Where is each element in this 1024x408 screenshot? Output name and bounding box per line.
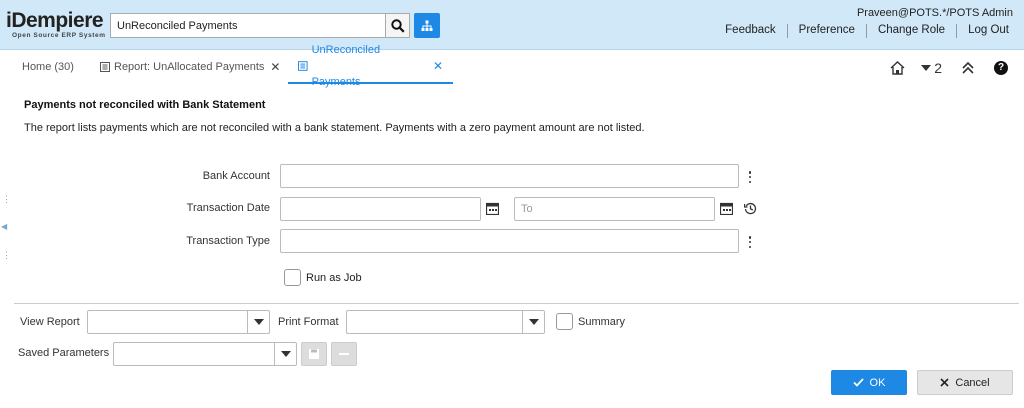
dropdown-button[interactable] xyxy=(274,343,296,365)
saved-parameters-label: Saved Parameters xyxy=(18,347,110,359)
logout-link[interactable]: Log Out xyxy=(957,24,1009,38)
idempiere-logo[interactable]: iDempiere Open Source ERP System xyxy=(6,9,108,40)
help-icon: ? xyxy=(994,61,1008,75)
caret-down-icon xyxy=(921,65,932,71)
close-icon xyxy=(940,378,949,387)
process-title: Payments not reconciled with Bank Statem… xyxy=(24,99,266,111)
process-description: The report lists payments which are not … xyxy=(24,122,645,134)
history-icon[interactable] xyxy=(744,202,757,215)
logo-text: iDempiere xyxy=(6,9,104,32)
tab-label: Report: UnAllocated Payments xyxy=(114,61,265,73)
delete-parameters-button[interactable] xyxy=(331,342,357,366)
ok-label: OK xyxy=(869,376,886,389)
tab-label: Home (30) xyxy=(22,61,74,73)
double-chevron-up-icon xyxy=(962,62,974,74)
header-links: Feedback Preference Change Role Log Out xyxy=(714,24,1009,38)
user-role-info[interactable]: Praveen@POTS.*/POTS Admin xyxy=(857,7,1013,19)
logo-subtext: Open Source ERP System xyxy=(12,32,106,39)
feedback-link[interactable]: Feedback xyxy=(714,24,787,38)
minus-icon xyxy=(339,353,349,355)
transaction-date-to-field[interactable]: To xyxy=(514,197,715,221)
tab-unreconciled-payments[interactable]: UnReconciled Payments ✕ xyxy=(288,44,453,88)
home-button[interactable] xyxy=(890,61,905,75)
close-tab-icon[interactable]: ✕ xyxy=(270,51,280,83)
calendar-icon[interactable] xyxy=(720,202,733,215)
help-button[interactable]: ? xyxy=(994,61,1008,75)
caret-down-icon xyxy=(528,319,539,325)
window-list-dropdown[interactable]: 2 xyxy=(921,60,942,76)
transaction-date-from-field[interactable] xyxy=(280,197,481,221)
summary-checkbox[interactable] xyxy=(556,313,573,330)
run-as-job-checkbox[interactable] xyxy=(284,269,301,286)
report-icon xyxy=(100,62,110,72)
tab-unallocated-payments[interactable]: Report: UnAllocated Payments ✕ xyxy=(100,50,280,84)
collapse-button[interactable] xyxy=(962,62,974,74)
drag-handle-icon: ⋮ xyxy=(2,194,11,204)
calendar-icon[interactable] xyxy=(486,202,499,215)
window-count: 2 xyxy=(934,60,942,76)
dropdown-button[interactable] xyxy=(247,311,269,333)
app-header: iDempiere Open Source ERP System Praveen… xyxy=(0,0,1024,50)
tab-tools: 2 ? xyxy=(876,60,1008,76)
save-parameters-button[interactable] xyxy=(301,342,327,366)
sitemap-icon xyxy=(421,20,433,31)
home-icon xyxy=(890,61,905,75)
saved-parameters-select[interactable] xyxy=(113,342,297,366)
kebab-menu-icon[interactable] xyxy=(746,235,754,249)
bank-account-field[interactable] xyxy=(280,164,739,188)
caret-down-icon xyxy=(280,351,291,357)
transaction-type-label: Transaction Type xyxy=(186,235,270,247)
transaction-date-label: Transaction Date xyxy=(186,202,270,214)
view-report-select[interactable] xyxy=(87,310,270,334)
bank-account-label: Bank Account xyxy=(202,170,270,182)
window-tabbar: Home (30) Report: UnAllocated Payments ✕… xyxy=(0,44,1024,88)
close-tab-icon[interactable]: ✕ xyxy=(433,50,443,82)
ok-button[interactable]: OK xyxy=(831,370,907,395)
to-placeholder: To xyxy=(521,203,533,215)
report-icon xyxy=(298,61,308,71)
transaction-type-field[interactable] xyxy=(280,229,739,253)
search-input[interactable] xyxy=(111,15,385,36)
cancel-button[interactable]: Cancel xyxy=(917,370,1013,395)
check-icon xyxy=(852,378,864,387)
summary-label: Summary xyxy=(578,316,626,328)
print-format-select[interactable] xyxy=(346,310,545,334)
change-role-link[interactable]: Change Role xyxy=(867,24,956,38)
divider xyxy=(14,303,1019,304)
dropdown-button[interactable] xyxy=(522,311,544,333)
tab-home[interactable]: Home (30) xyxy=(22,50,74,84)
tab-label: UnReconciled Payments xyxy=(311,44,381,88)
view-report-label: View Report xyxy=(20,316,80,328)
save-icon xyxy=(309,349,319,359)
collapse-left-icon: ◀ xyxy=(1,222,8,231)
preference-link[interactable]: Preference xyxy=(788,24,866,38)
print-format-label: Print Format xyxy=(278,316,339,328)
run-as-job-label: Run as Job xyxy=(306,272,362,284)
kebab-menu-icon[interactable] xyxy=(746,170,754,184)
drag-handle-icon: ⋮ xyxy=(2,250,11,260)
side-handles[interactable]: ⋮ ◀ ⋮ xyxy=(0,190,11,270)
cancel-label: Cancel xyxy=(955,376,990,389)
search-icon xyxy=(390,18,405,33)
caret-down-icon xyxy=(253,319,264,325)
